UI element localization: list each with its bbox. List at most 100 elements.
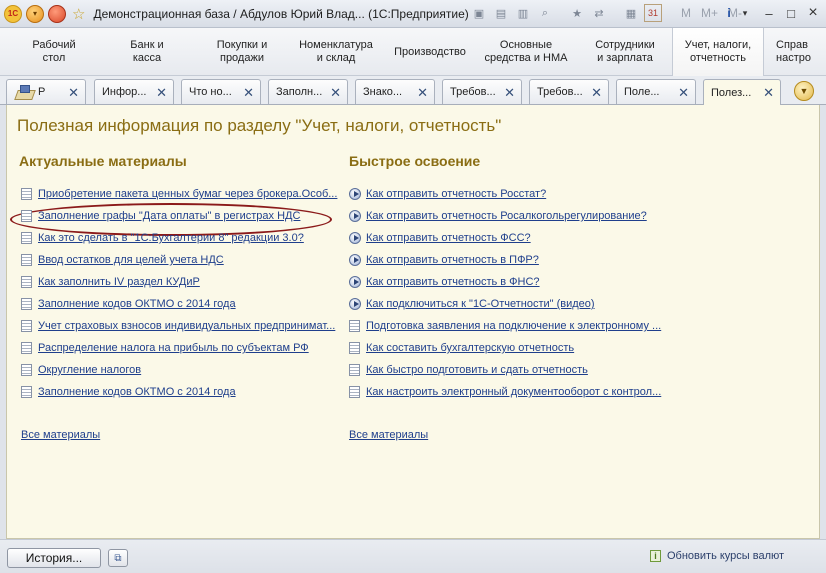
list-item[interactable]: Как подключиться к "1С-Отчетности" (виде… [349,295,595,313]
section-fixed-assets[interactable]: Основные средства и НМА [480,28,572,76]
material-link[interactable]: Учет страховых взносов индивидуальных пр… [38,320,335,332]
info-dropdown-icon[interactable]: ▾ [736,4,754,22]
main-menu-icon[interactable]: ▾ [26,4,44,23]
section-nomenclature-warehouse[interactable]: Номенклатура и склад [292,28,380,76]
material-link[interactable]: Приобретение пакета ценных бумаг через б… [38,188,337,200]
tab-close-icon[interactable]: ✕ [68,85,79,101]
minimize-icon[interactable]: – [760,4,778,22]
list-item[interactable]: Подготовка заявления на подключение к эл… [349,317,661,335]
list-item[interactable]: Заполнение кодов ОКТМО с 2014 года [21,383,236,401]
tab-filling[interactable]: Заполн... ✕ [268,79,348,104]
list-item[interactable]: Округление налогов [21,361,141,379]
preview-icon[interactable]: ▥ [514,4,532,22]
tab-close-icon[interactable]: ✕ [504,85,515,101]
tab-requirements-1[interactable]: Требов... ✕ [442,79,522,104]
list-item[interactable]: Как отправить отчетность в ФНС? [349,273,540,291]
material-link[interactable]: Округление налогов [38,364,141,376]
memory-mplus-button[interactable]: M+ [698,4,721,22]
quick-start-link[interactable]: Подготовка заявления на подключение к эл… [366,320,661,332]
list-item[interactable]: Как отправить отчетность Росалкогольрегу… [349,207,647,225]
close-window-icon[interactable]: × [804,4,822,22]
tab-useful-active[interactable]: Полез... ✕ [703,79,781,105]
tab-info[interactable]: Инфор... ✕ [94,79,174,104]
status-message-text[interactable]: Обновить курсы валют [667,550,784,562]
list-item[interactable]: Как заполнить IV раздел КУДиР [21,273,200,291]
list-item[interactable]: Как отправить отчетность Росстат? [349,185,546,203]
quick-start-link[interactable]: Как отправить отчетность ФСС? [366,232,531,244]
tab-whats-new[interactable]: Что но... ✕ [181,79,261,104]
all-materials-left[interactable]: Все материалы [21,429,100,441]
list-item[interactable]: Ввод остатков для целей учета НДС [21,251,224,269]
list-item[interactable]: Заполнение кодов ОКТМО с 2014 года [21,295,236,313]
list-item[interactable]: Как быстро подготовить и сдать отчетност… [349,361,588,379]
quick-start-link[interactable]: Как подключиться к "1С-Отчетности" (виде… [366,298,595,310]
section-desktop[interactable]: Рабочий стол [12,28,96,76]
maximize-icon[interactable]: □ [782,4,800,22]
document-icon [21,232,32,244]
save-icon[interactable]: ▣ [470,4,488,22]
tab-close-icon[interactable]: ✕ [763,85,774,101]
memory-m-button[interactable]: M [678,4,694,22]
quick-start-link[interactable]: Как настроить электронный документооборо… [366,386,661,398]
content-area: Полезная информация по разделу "Учет, на… [6,105,820,539]
material-link[interactable]: Как это сделать в "1С:Бухгалтерии 8" ред… [38,232,304,244]
all-materials-link[interactable]: Все материалы [21,429,100,441]
quick-start-link[interactable]: Как отправить отчетность в ПФР? [366,254,539,266]
material-link[interactable]: Заполнение кодов ОКТМО с 2014 года [38,386,236,398]
app-logo-icon[interactable]: 1С [4,4,22,23]
section-accounting-taxes[interactable]: Учет, налоги, отчетность [672,28,764,76]
quick-start-link[interactable]: Как отправить отчетность Росалкогольрегу… [366,210,647,222]
list-item[interactable]: Как составить бухгалтерскую отчетность [349,339,574,357]
list-item[interactable]: Учет страховых взносов индивидуальных пр… [21,317,335,335]
history-button[interactable]: История... [7,548,101,568]
tab-close-icon[interactable]: ✕ [591,85,602,101]
print-icon[interactable]: ▤ [492,4,510,22]
list-item[interactable]: Приобретение пакета ценных бумаг через б… [21,185,337,203]
tab-close-icon[interactable]: ✕ [678,85,689,101]
tab-familiar[interactable]: Знако... ✕ [355,79,435,104]
all-materials-right[interactable]: Все материалы [349,429,428,441]
home-page-icon[interactable] [48,4,66,23]
status-message[interactable]: i Обновить курсы валют [650,550,784,562]
tab-close-icon[interactable]: ✕ [156,85,167,101]
list-item[interactable]: Как отправить отчетность ФСС? [349,229,531,247]
windows-list-icon[interactable]: ⧉ [108,549,128,567]
section-purchases-sales[interactable]: Покупки и продажи [200,28,284,76]
sections-panel: Рабочий стол Банк и касса Покупки и продажи… [0,28,826,76]
favorites-star-icon[interactable]: ☆ [72,5,85,23]
list-item[interactable]: Как настроить электронный документооборо… [349,383,661,401]
play-video-icon [349,254,361,266]
material-link[interactable]: Заполнение графы "Дата оплаты" в регистр… [38,210,300,222]
section-bank-cash[interactable]: Банк и касса [110,28,184,76]
list-item[interactable]: Распределение налога на прибыль по субъе… [21,339,309,357]
material-link[interactable]: Ввод остатков для целей учета НДС [38,254,224,266]
document-icon [21,254,32,266]
list-item[interactable]: Как это сделать в "1С:Бухгалтерии 8" ред… [21,229,304,247]
favorites-add-icon[interactable]: ★ [568,4,586,22]
link-icon[interactable]: ⇄ [590,4,608,22]
tab-requirements-2[interactable]: Требов... ✕ [529,79,609,104]
list-item[interactable]: Как отправить отчетность в ПФР? [349,251,539,269]
list-item[interactable]: Заполнение графы "Дата оплаты" в регистр… [21,207,300,225]
tab-close-icon[interactable]: ✕ [243,85,254,101]
all-materials-link[interactable]: Все материалы [349,429,428,441]
more-tabs-chevron-down-icon[interactable]: ▼ [794,81,814,101]
search-icon[interactable]: ⌕ [536,4,554,22]
quick-start-link[interactable]: Как быстро подготовить и сдать отчетност… [366,364,588,376]
calculator-icon[interactable]: ▦ [622,4,640,22]
quick-start-link[interactable]: Как составить бухгалтерскую отчетность [366,342,574,354]
material-link[interactable]: Заполнение кодов ОКТМО с 2014 года [38,298,236,310]
tab-close-icon[interactable]: ✕ [330,85,341,101]
section-employees-salary[interactable]: Сотрудники и зарплата [586,28,664,76]
tab-useful-1[interactable]: Поле... ✕ [616,79,696,104]
quick-start-link[interactable]: Как отправить отчетность Росстат? [366,188,546,200]
tab-home[interactable]: Р ✕ [6,79,86,104]
material-link[interactable]: Распределение налога на прибыль по субъе… [38,342,309,354]
calendar-icon[interactable]: 31 [644,4,662,22]
section-settings[interactable]: Справ настро [772,28,826,76]
material-link[interactable]: Как заполнить IV раздел КУДиР [38,276,200,288]
play-video-icon [349,210,361,222]
quick-start-link[interactable]: Как отправить отчетность в ФНС? [366,276,540,288]
tab-close-icon[interactable]: ✕ [417,85,428,101]
section-production[interactable]: Производство [388,28,472,76]
